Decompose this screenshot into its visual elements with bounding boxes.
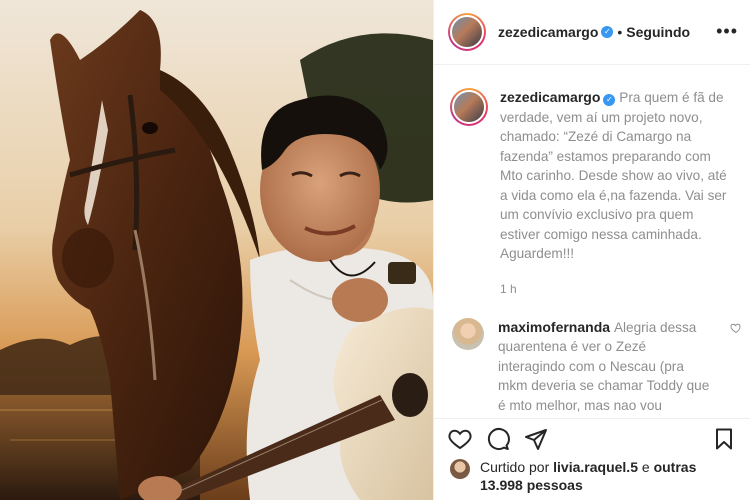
bookmark-icon[interactable]	[712, 427, 736, 451]
comment-bubble-icon[interactable]	[486, 427, 510, 451]
separator-dot: •	[617, 24, 623, 40]
caption-username[interactable]: zezedicamargo	[500, 89, 600, 105]
post-actions-bar	[434, 418, 750, 458]
caption-avatar[interactable]	[450, 88, 488, 126]
liker-avatar[interactable]	[450, 459, 470, 479]
likes-conj: e	[641, 459, 650, 475]
post-photo[interactable]	[0, 0, 433, 500]
verified-badge-icon: ✓	[601, 26, 614, 38]
comment-username[interactable]: maximofernanda	[498, 319, 610, 335]
comment-text: maximofernanda Alegria dessa quarentena …	[498, 318, 712, 419]
liker-username[interactable]: livia.raquel.5	[553, 459, 638, 475]
verified-badge-icon: ✓	[603, 94, 616, 106]
heart-icon[interactable]	[448, 427, 472, 451]
following-button[interactable]: Seguindo	[626, 24, 690, 40]
comment-like-heart-icon[interactable]	[730, 322, 742, 334]
instagram-post: zezedicamargo ✓ • Seguindo ••• zezedicam…	[0, 0, 750, 500]
comment-item: maximofernanda Alegria dessa quarentena …	[450, 317, 741, 419]
caption-body: Pra quem é fã de verdade, vem aí um proj…	[500, 90, 727, 261]
more-options-icon[interactable]: •••	[716, 22, 738, 40]
likes-summary: Curtido por livia.raquel.5 e outras 13.9…	[450, 458, 734, 494]
caption: zezedicamargo ✓ Pra quem é fã de verdade,…	[450, 66, 734, 264]
post-timestamp[interactable]: 1 h	[500, 282, 734, 296]
author-username[interactable]: zezedicamargo	[498, 24, 598, 40]
likes-text: Curtido por livia.raquel.5 e outras 13.9…	[480, 458, 734, 494]
likes-prefix: Curtido por	[480, 459, 550, 475]
photo-illustration	[0, 0, 433, 500]
post-side-panel: zezedicamargo ✓ • Seguindo ••• zezedicam…	[433, 0, 750, 500]
paper-plane-icon[interactable]	[524, 427, 548, 451]
caption-text: zezedicamargo ✓ Pra quem é fã de verdade,…	[500, 88, 734, 264]
author-avatar[interactable]	[448, 13, 486, 51]
post-header: zezedicamargo ✓ • Seguindo •••	[434, 0, 750, 65]
commenter-avatar[interactable]	[452, 317, 484, 350]
comments-section[interactable]: zezedicamargo ✓ Pra quem é fã de verdade,…	[434, 66, 750, 418]
